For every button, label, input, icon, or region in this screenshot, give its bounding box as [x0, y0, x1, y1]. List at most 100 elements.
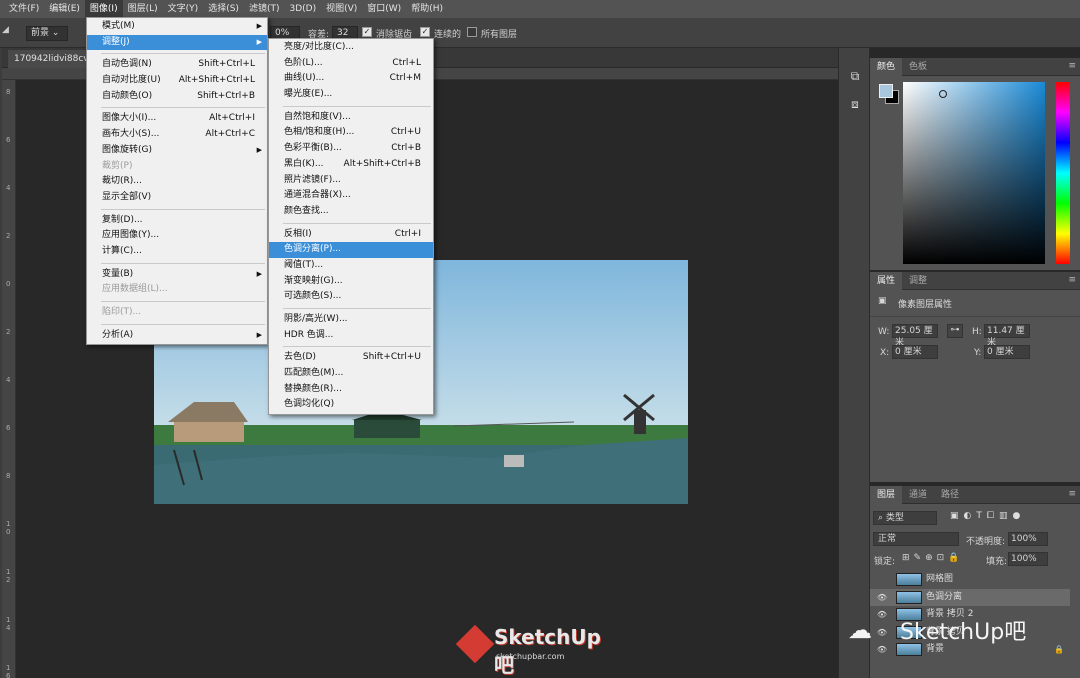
layer-filter-select[interactable]: ⌕ 类型 [873, 511, 937, 525]
menu-item[interactable]: 匹配颜色(M)... [269, 366, 433, 382]
menu-item[interactable]: 画布大小(S)... Alt+Ctrl+C [87, 127, 267, 143]
menu-item[interactable]: 自然饱和度(V)... [269, 110, 433, 126]
menu-item[interactable]: 色相/饱和度(H)... Ctrl+U [269, 125, 433, 141]
menu-item[interactable]: 显示全部(V) [87, 190, 267, 206]
menu-item[interactable]: 模式(M) ▶ [87, 19, 267, 35]
menu-item[interactable]: 变量(B) ▶ [87, 267, 267, 283]
menu-item[interactable]: 亮度/对比度(C)... [269, 40, 433, 56]
menu-item[interactable]: 应用图像(Y)... [87, 228, 267, 244]
menubar-item[interactable]: 视图(V) [321, 0, 362, 18]
panel-menu-icon[interactable]: ≡ [1068, 61, 1076, 71]
menu-item-label: 去色(D) [284, 352, 316, 363]
menu-item[interactable]: 裁切(R)... [87, 174, 267, 190]
menu-item: 应用数据组(L)... [87, 282, 267, 298]
blend-mode-select[interactable]: 正常 [873, 532, 959, 546]
menubar-item[interactable]: 图层(L) [123, 0, 163, 18]
menu-item[interactable]: 色调分离(P)... [269, 242, 433, 258]
menu-item[interactable]: 自动色调(N) Shift+Ctrl+L [87, 57, 267, 73]
menu-item[interactable]: 计算(C)... [87, 244, 267, 260]
layer-opacity-field[interactable]: 100% [1008, 532, 1048, 546]
menu-item-label: 自动颜色(O) [102, 90, 153, 101]
tab-adjustments[interactable]: 调整 [902, 272, 934, 290]
menu-item-label: 应用图像(Y)... [102, 230, 160, 241]
x-field[interactable]: 0 厘米 [892, 345, 938, 359]
color-field[interactable] [903, 82, 1045, 264]
tab-layers[interactable]: 图层 [870, 486, 903, 504]
menu-item[interactable]: 曲线(U)... Ctrl+M [269, 71, 433, 87]
antialias-checkbox[interactable]: ✓ [362, 27, 372, 37]
menu-item[interactable]: 分析(A) ▶ [87, 328, 267, 344]
tab-swatches[interactable]: 色板 [902, 58, 934, 76]
menu-item[interactable]: 阴影/高光(W)... [269, 312, 433, 328]
width-field[interactable]: 25.05 厘米 [892, 324, 938, 348]
layer-filter-icons[interactable]: ▣◐T⧠▥● [950, 511, 1025, 521]
height-field[interactable]: 11.47 厘米 [984, 324, 1030, 348]
menubar-item[interactable]: 选择(S) [203, 0, 244, 18]
lock-icons[interactable]: ⊞✎⊕⊡🔒 [902, 553, 963, 563]
menubar-item[interactable]: 文字(Y) [163, 0, 204, 18]
layer-comps-icon[interactable]: ⧈ [845, 94, 865, 114]
contiguous-checkbox[interactable]: ✓ [420, 27, 430, 37]
color-picker-marker[interactable] [939, 90, 947, 98]
panel-menu-icon[interactable]: ≡ [1068, 275, 1076, 285]
menu-item[interactable]: 阈值(T)... [269, 258, 433, 274]
menu-item[interactable]: 替换颜色(R)... [269, 382, 433, 398]
menu-item[interactable]: 可选颜色(S)... [269, 289, 433, 305]
menu-item[interactable]: 图像大小(I)... Alt+Ctrl+I [87, 111, 267, 127]
menubar-item[interactable]: 窗口(W) [362, 0, 406, 18]
menu-item-label: 可选颜色(S)... [284, 291, 342, 302]
menu-item[interactable]: 通道混合器(X)... [269, 188, 433, 204]
visibility-eye-icon[interactable]: 👁 [876, 589, 888, 606]
menu-item-shortcut: Alt+Ctrl+I [209, 113, 255, 124]
submenu-arrow-icon: ▶ [256, 269, 262, 278]
panel-menu-icon[interactable]: ≡ [1068, 489, 1076, 499]
menu-item[interactable]: HDR 色调... [269, 328, 433, 344]
fill-source-select[interactable]: 前景 ⌄ [26, 26, 68, 41]
menu-item[interactable]: 自动颜色(O) Shift+Ctrl+B [87, 89, 267, 105]
menu-item[interactable]: 照片滤镜(F)... [269, 173, 433, 189]
menu-item-label: HDR 色调... [284, 329, 334, 340]
menu-item-label: 应用数据组(L)... [102, 284, 168, 295]
menu-item[interactable]: 色彩平衡(B)... Ctrl+B [269, 141, 433, 157]
menu-item-shortcut: Ctrl+M [389, 73, 421, 84]
link-dimensions-icon[interactable]: ⊶ [947, 324, 963, 338]
layer-row[interactable]: 网格图 [870, 571, 1070, 588]
menu-item[interactable]: 图像旋转(G) ▶ [87, 143, 267, 159]
menu-item[interactable]: 曝光度(E)... [269, 87, 433, 103]
menu-item[interactable]: 反相(I) Ctrl+I [269, 227, 433, 243]
tab-color[interactable]: 颜色 [870, 58, 903, 76]
menubar-item[interactable]: 图像(I) [84, 0, 123, 18]
menubar-item[interactable]: 滤镜(T) [244, 0, 285, 18]
menu-item[interactable]: 去色(D) Shift+Ctrl+U [269, 350, 433, 366]
tab-paths[interactable]: 路径 [934, 486, 966, 504]
submenu-arrow-icon: ▶ [256, 22, 262, 30]
menu-item[interactable]: 色调均化(Q) [269, 397, 433, 413]
layer-fill-field[interactable]: 100% [1008, 552, 1048, 566]
menubar-item[interactable]: 帮助(H) [406, 0, 448, 18]
menu-item-label: 变量(B) [102, 268, 134, 279]
menubar-item[interactable]: 3D(D) [284, 0, 321, 18]
history-icon[interactable]: ⧉ [845, 66, 865, 86]
menubar-item[interactable]: 文件(F) [4, 0, 44, 18]
menu-item[interactable]: 颜色查找... [269, 204, 433, 220]
menu-item-label: 匹配颜色(M)... [284, 368, 344, 379]
tab-properties[interactable]: 属性 [870, 272, 903, 290]
tab-channels[interactable]: 通道 [902, 486, 934, 504]
menu-item[interactable]: 色阶(L)... Ctrl+L [269, 56, 433, 72]
layer-row[interactable]: 👁 色调分离 [870, 588, 1070, 606]
menu-item-label: 计算(C)... [102, 245, 142, 256]
menu-item[interactable]: 调整(J) ▶ [87, 34, 267, 51]
menu-item[interactable]: 黑白(K)... Alt+Shift+Ctrl+B [269, 157, 433, 173]
menu-item[interactable]: 复制(D)... [87, 213, 267, 229]
hue-slider[interactable] [1056, 82, 1070, 264]
menu-item-label: 色相/饱和度(H)... [284, 127, 355, 138]
menubar-item[interactable]: 编辑(E) [44, 0, 85, 18]
paint-bucket-tool-icon[interactable]: ◢ [2, 25, 18, 41]
foreground-swatch[interactable] [879, 84, 893, 98]
menu-item[interactable]: 渐变映射(G)... [269, 274, 433, 290]
all-layers-checkbox[interactable] [467, 27, 477, 37]
menu-item[interactable]: 自动对比度(U) Alt+Shift+Ctrl+L [87, 73, 267, 89]
menu-item-label: 色调均化(Q) [284, 399, 335, 410]
opacity-label: 不透明度: [966, 537, 1006, 547]
y-field[interactable]: 0 厘米 [984, 345, 1030, 359]
